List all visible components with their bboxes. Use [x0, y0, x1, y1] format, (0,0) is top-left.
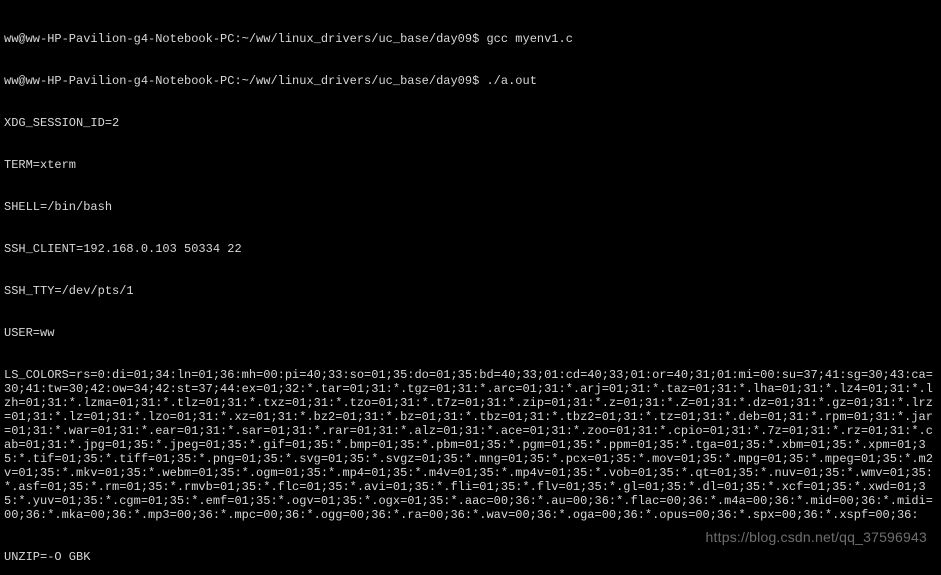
command-text: ./a.out — [486, 74, 536, 88]
output-line: XDG_SESSION_ID=2 — [4, 116, 937, 130]
terminal-window[interactable]: ww@ww-HP-Pavilion-g4-Notebook-PC:~/ww/li… — [0, 0, 941, 575]
output-line: LS_COLORS=rs=0:di=01;34:ln=01;36:mh=00:p… — [4, 368, 937, 522]
prompt-line-2: ww@ww-HP-Pavilion-g4-Notebook-PC:~/ww/li… — [4, 74, 937, 88]
output-line: SHELL=/bin/bash — [4, 200, 937, 214]
prompt-line-1: ww@ww-HP-Pavilion-g4-Notebook-PC:~/ww/li… — [4, 32, 937, 46]
shell-prompt: ww@ww-HP-Pavilion-g4-Notebook-PC:~/ww/li… — [4, 32, 486, 46]
shell-prompt: ww@ww-HP-Pavilion-g4-Notebook-PC:~/ww/li… — [4, 74, 486, 88]
output-line: SSH_TTY=/dev/pts/1 — [4, 284, 937, 298]
output-line: SSH_CLIENT=192.168.0.103 50334 22 — [4, 242, 937, 256]
output-line: TERM=xterm — [4, 158, 937, 172]
output-line: USER=ww — [4, 326, 937, 340]
output-line: UNZIP=-O GBK — [4, 550, 937, 564]
command-text: gcc myenv1.c — [486, 32, 572, 46]
